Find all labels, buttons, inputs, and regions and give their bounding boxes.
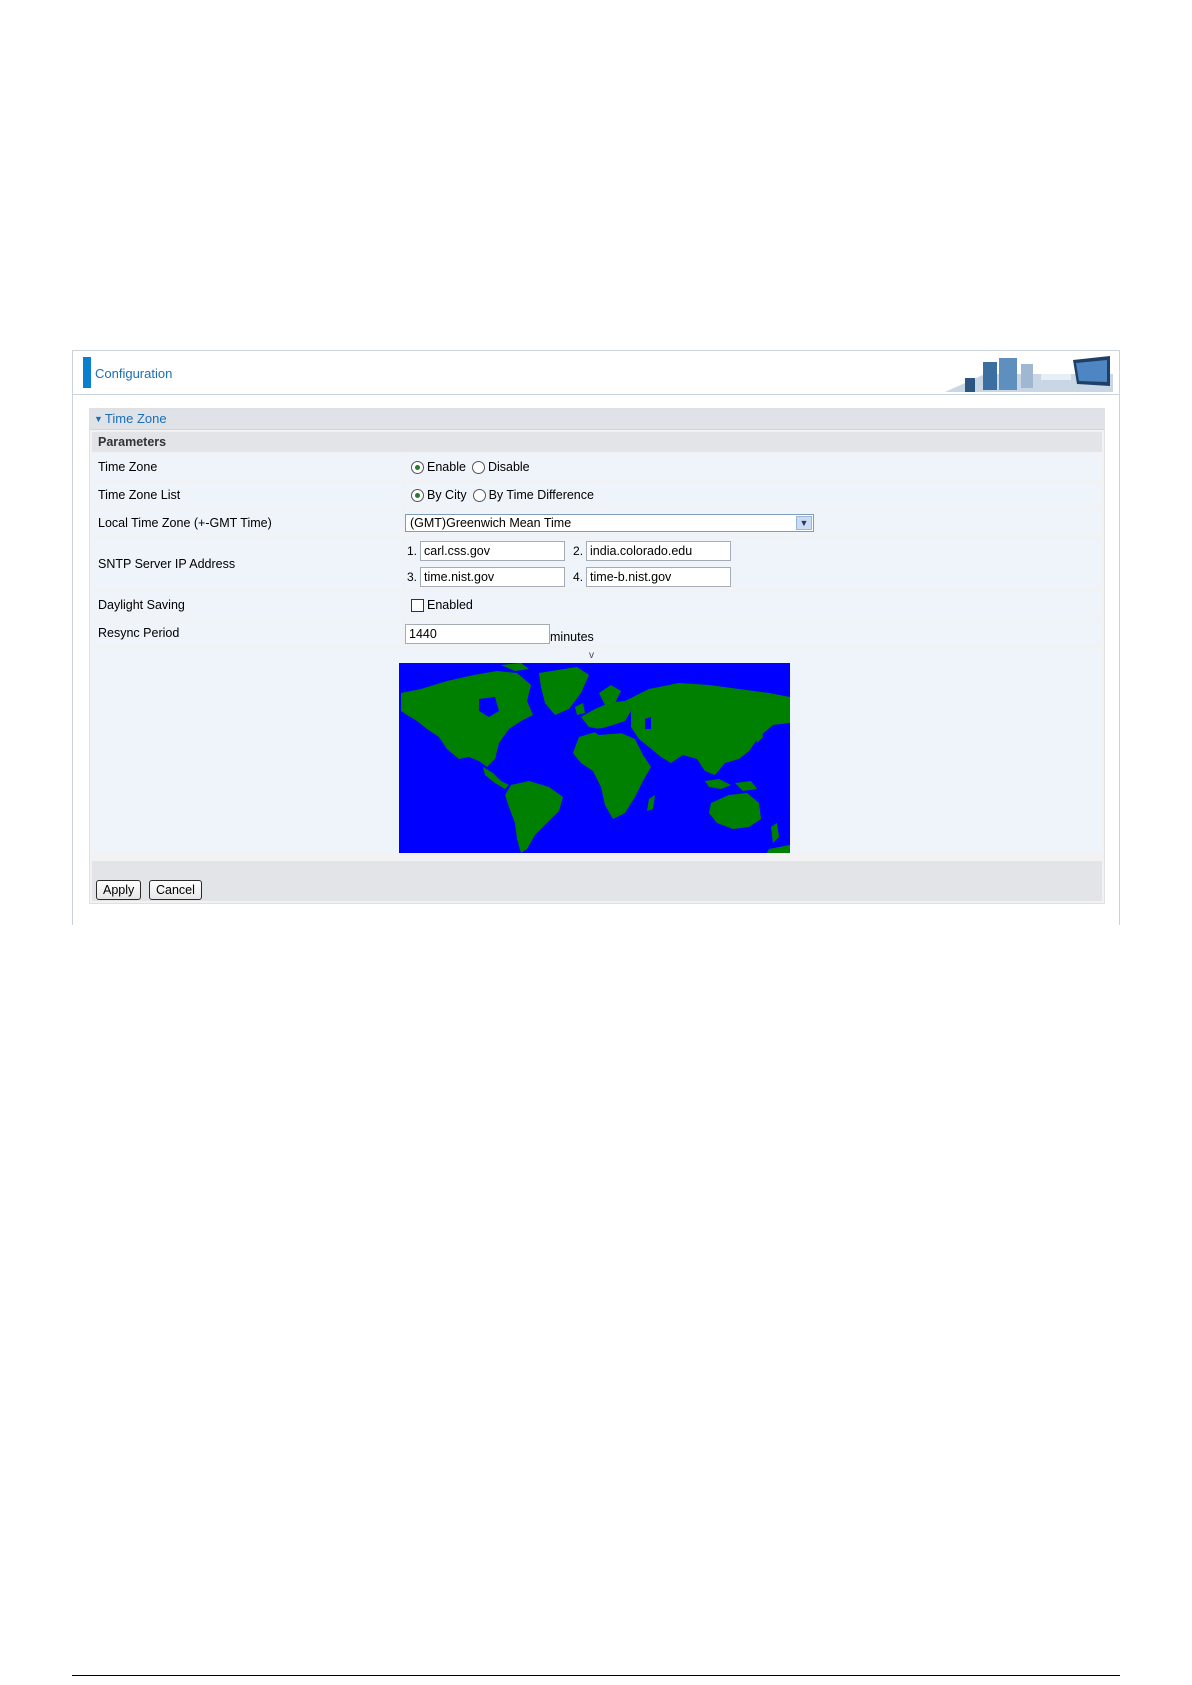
sntp-index-1: 1. [407,544,418,558]
panel-header: Configuration [73,351,1119,395]
daylight-saving-checkbox[interactable] [411,598,424,612]
radio-enable[interactable] [411,460,424,474]
radio-by-time-difference-label: By Time Difference [488,488,594,502]
sntp-server-value: 1. 2. 3. 4. [405,538,1102,590]
sntp-server-3-input[interactable] [420,567,566,587]
by-time-difference-option[interactable]: By Time Difference [472,488,594,502]
radio-by-city[interactable] [411,488,424,502]
sntp-server-label: SNTP Server IP Address [92,538,403,590]
local-time-zone-label: Local Time Zone (+-GMT Time) [92,510,403,536]
apply-button[interactable]: Apply [96,880,142,900]
sntp-index-2: 2. [573,544,584,558]
daylight-saving-checkbox-label: Enabled [427,598,473,612]
sntp-server-2-input[interactable] [586,541,732,561]
button-bar: Apply Cancel [92,861,1102,901]
time-zone-disable-option[interactable]: Disable [471,460,530,474]
time-zone-list-value: By City By Time Difference [405,482,1102,508]
resync-period-input[interactable] [405,624,550,644]
radio-disable-label: Disable [487,460,530,474]
section-title-label: Time Zone [104,411,167,426]
parameters-heading: Parameters [92,432,1102,452]
cancel-button[interactable]: Cancel [149,880,202,900]
local-time-zone-select[interactable]: (GMT)Greenwich Mean Time ▼ [405,514,814,532]
page-title: Configuration [95,366,173,381]
local-time-zone-value: (GMT)Greenwich Mean Time ▼ [405,510,1102,536]
resync-period-value: minutes [405,620,1102,646]
page-bottom-rule [72,1675,1120,1676]
sntp-index-3: 3. [407,570,418,584]
map-position-marker: v [589,650,594,661]
time-zone-section: ▼ Time Zone Parameters Time Zone Enable D… [89,408,1105,904]
time-zone-enable-option[interactable]: Enable [411,460,466,474]
time-zone-list-label: Time Zone List [92,482,403,508]
chevron-down-icon[interactable]: ▼ [796,516,812,530]
row-sntp-server: SNTP Server IP Address 1. 2. 3. 4. [92,538,1102,592]
radio-by-time-difference[interactable] [472,488,486,502]
daylight-saving-value: Enabled [405,592,1102,618]
radio-enable-label: Enable [427,460,466,474]
radio-by-city-label: By City [427,488,467,502]
sntp-server-4-input[interactable] [586,567,732,587]
section-title[interactable]: ▼ Time Zone [90,409,1104,430]
row-time-zone-list: Time Zone List By City By Time Differenc… [92,482,1102,510]
resync-unit: minutes [550,630,594,644]
by-city-option[interactable]: By City [411,488,467,502]
configuration-panel: Configuration ▼ Time Zone Parameters Time… [72,350,1120,925]
time-zone-label: Time Zone [92,454,403,480]
row-resync-period: Resync Period minutes [92,620,1102,648]
daylight-saving-label: Daylight Saving [92,592,403,618]
row-time-zone: Time Zone Enable Disable [92,454,1102,482]
world-map-row: v [92,648,1102,853]
time-zone-value: Enable Disable [405,454,1102,480]
row-daylight-saving: Daylight Saving Enabled [92,592,1102,620]
sntp-server-1-input[interactable] [420,541,566,561]
header-accent-bar [83,357,91,388]
local-time-zone-selected: (GMT)Greenwich Mean Time [410,516,572,530]
sntp-index-4: 4. [573,570,584,584]
radio-disable[interactable] [471,460,485,474]
collapse-triangle-icon: ▼ [94,414,103,424]
world-map-image[interactable] [399,663,790,853]
row-local-time-zone: Local Time Zone (+-GMT Time) (GMT)Greenw… [92,510,1102,538]
office-banner-image [945,356,1113,392]
resync-period-label: Resync Period [92,620,403,646]
